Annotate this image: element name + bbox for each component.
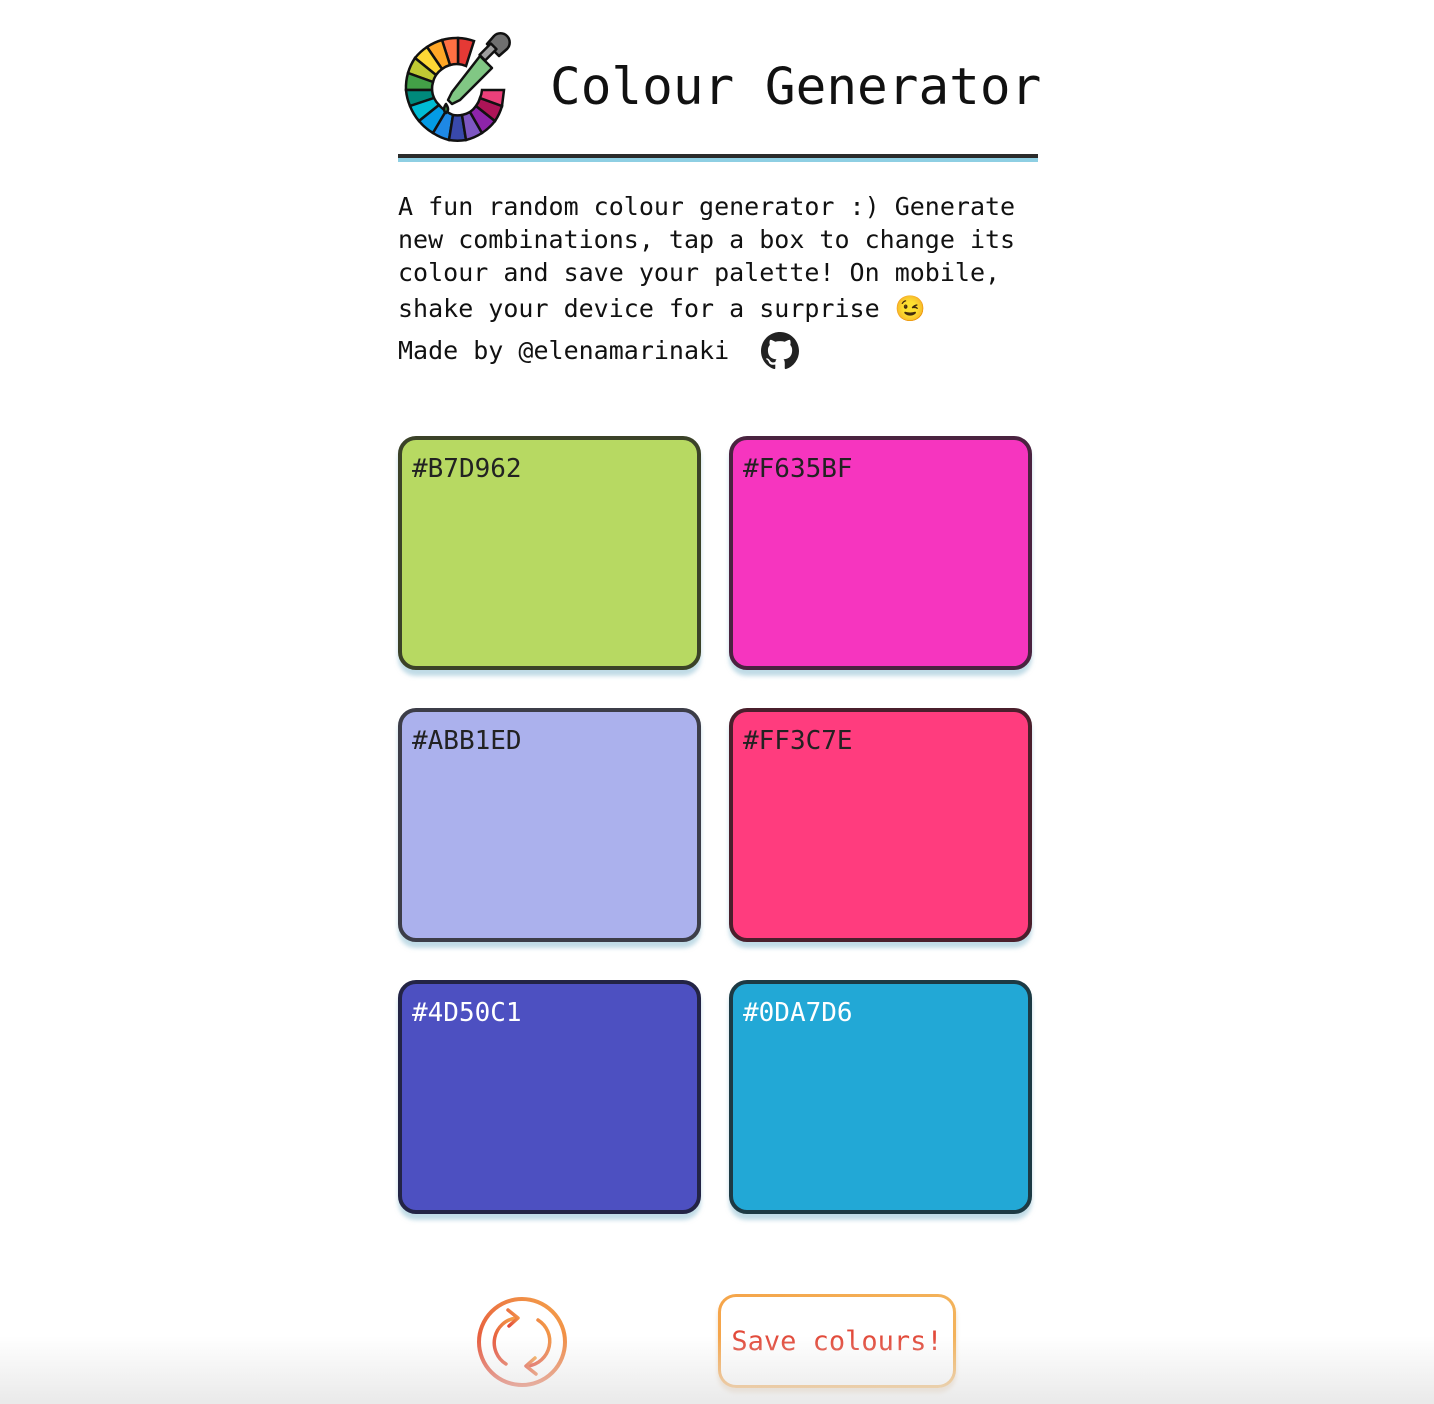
page-title: Colour Generator: [550, 58, 1042, 117]
colour-swatch[interactable]: #F635BF: [729, 436, 1032, 670]
made-by-text: Made by @elenamarinaki: [398, 336, 730, 365]
intro-line: new combinations, tap a box to change it…: [398, 225, 1016, 254]
swatch-hex-label: #0DA7D6: [743, 998, 853, 1028]
save-button-label: Save colours!: [731, 1325, 943, 1357]
swatch-hex-label: #B7D962: [412, 454, 522, 484]
colour-swatch[interactable]: #ABB1ED: [398, 708, 701, 942]
intro-text: A fun random colour generator :) Generat…: [398, 190, 1038, 329]
refresh-icon[interactable]: [476, 1296, 568, 1388]
colour-swatch[interactable]: #0DA7D6: [729, 980, 1032, 1214]
controls: Save colours!: [398, 1290, 1038, 1400]
main-container: Colour Generator A fun random colour gen…: [398, 0, 1042, 1388]
swatch-hex-label: #ABB1ED: [412, 726, 522, 756]
header: Colour Generator: [398, 0, 1042, 162]
colour-wheel-dropper-icon: [404, 32, 511, 142]
swatch-hex-label: #4D50C1: [412, 998, 522, 1028]
colour-swatch[interactable]: #4D50C1: [398, 980, 701, 1214]
save-colours-button[interactable]: Save colours!: [718, 1294, 956, 1388]
swatch-hex-label: #F635BF: [743, 454, 853, 484]
page: Colour Generator A fun random colour gen…: [0, 0, 1434, 1404]
colour-swatch[interactable]: #B7D962: [398, 436, 701, 670]
intro-line: shake your device for a surprise 😉: [398, 294, 926, 323]
intro-line: A fun random colour generator :) Generat…: [398, 192, 1016, 221]
save-button-surface: Save colours!: [721, 1297, 953, 1385]
credits: Made by @elenamarinaki: [398, 332, 800, 370]
intro-line: colour and save your palette! On mobile,: [398, 258, 1001, 287]
swatch-hex-label: #FF3C7E: [743, 726, 853, 756]
header-divider-accent: [398, 158, 1038, 162]
github-icon[interactable]: [761, 332, 800, 370]
colour-swatch[interactable]: #FF3C7E: [729, 708, 1032, 942]
